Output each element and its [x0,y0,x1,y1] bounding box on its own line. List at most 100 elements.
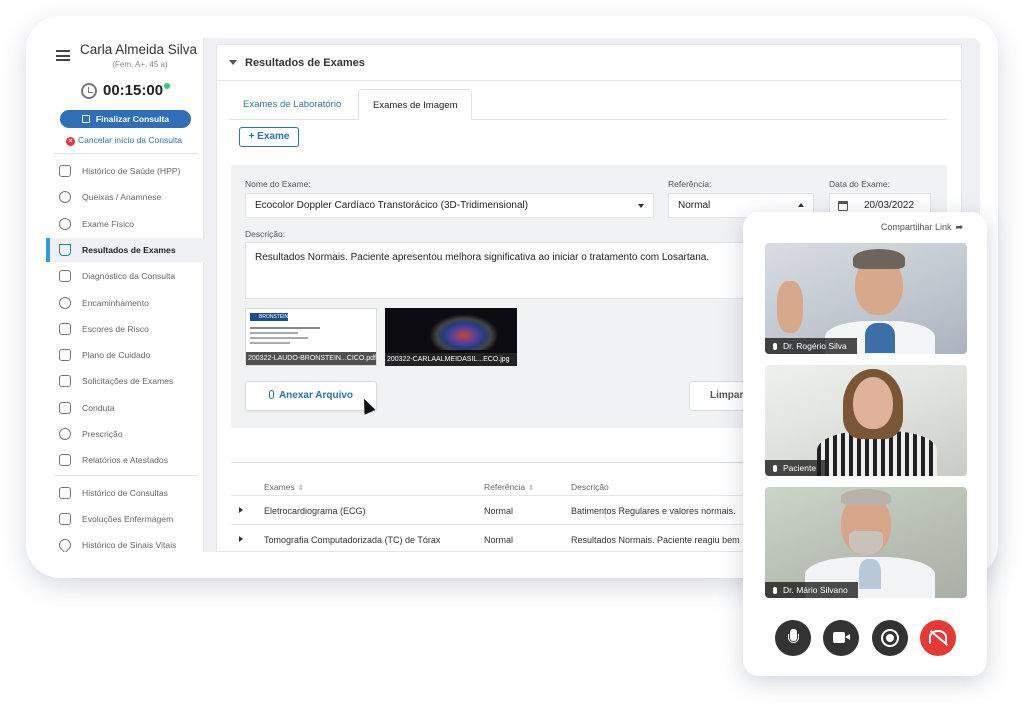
patient-name: Carla Almeida Silva [80,42,198,57]
calculator-icon [59,323,71,335]
person-face [853,377,893,429]
report-icon [59,454,71,466]
documents-icon [59,375,71,387]
exam-tabs: Exames de Laboratório Exames de Imagem [229,89,947,120]
finish-consult-button[interactable]: Finalizar Consulta [60,110,191,128]
hangup-button[interactable] [920,620,956,656]
tab-lab-exams[interactable]: Exames de Laboratório [229,89,355,120]
sidebar-item-risk-scores[interactable]: Escores de Risco [46,317,204,341]
sidebar-item-label: Relatórios e Atestados [82,455,168,465]
calendar-icon [838,201,848,211]
paperclip-icon [268,390,274,399]
exam-name-label: Nome do Exame: [245,179,311,189]
attachment-pdf[interactable]: BRONSTEIN 200322-LAUDO-BRONSTEIN...CICO.… [245,308,377,366]
record-button[interactable] [872,620,908,656]
participant-name: Paciente [765,460,827,476]
card-header[interactable]: Resultados de Exames [217,45,961,81]
sidebar-item-label: Encaminhamento [82,298,149,308]
waving-hand [777,281,803,333]
people-icon [59,297,71,309]
calendar-icon [59,487,71,499]
doc-brand: BRONSTEIN [259,314,289,320]
sidebar-item-exam-requests[interactable]: Solicitações de Exames [46,369,204,393]
sidebar-item-label: Escores de Risco [82,324,149,334]
microphone-icon [788,629,799,643]
doc-line [250,332,298,334]
sidebar-item-reports[interactable]: Relatórios e Atestados [46,448,204,472]
sidebar-item-health-history[interactable]: Histórico de Saúde (HPP) [46,159,204,183]
collapse-caret-icon[interactable] [229,60,237,65]
col-header-reference[interactable]: Referência ⇕ [484,482,534,492]
exam-name-value: Ecocolor Doppler Cardíaco Transtorácico … [255,200,529,211]
patient-info: (Fem, A+, 45 a) [112,60,168,69]
sidebar-item-consult-history[interactable]: Histórico de Consultas [46,481,204,505]
share-link-button[interactable]: Compartilhar Link ➦ [881,222,963,233]
description-label: Descrição: [245,229,286,239]
cell-reference: Normal [484,506,514,516]
sidebar-item-physical-exam[interactable]: Exame Físico [46,212,204,236]
sidebar-item-referral[interactable]: Encaminhamento [46,291,204,315]
exam-name-select[interactable]: Ecocolor Doppler Cardíaco Transtorácico … [245,193,654,218]
video-call-panel: Compartilhar Link ➦ Dr. Rogério Silva Pac… [743,212,987,676]
clipboard-icon [59,270,71,282]
exam-date-value: 20/03/2022 [864,200,915,211]
hangup-icon [929,630,947,644]
sidebar-item-complaints[interactable]: Queixas / Anamnese [46,185,204,209]
attachment-filename: 200322-CARLAALMEIDASIL...ECO.jpg [385,353,517,366]
col-header-label: Exames [264,482,295,492]
attach-file-button[interactable]: Anexar Arquivo [245,381,377,411]
sidebar-item-nursing[interactable]: Evoluções Enfermagem [46,507,204,531]
sidebar-item-label: Histórico de Saúde (HPP) [82,166,181,176]
share-arrow-icon: ➦ [955,222,963,232]
sidebar-item-prescription[interactable]: Prescrição [46,422,204,446]
person-beard [849,531,883,555]
cancel-consult-label: Cancelar início da Consulta [78,135,182,145]
sort-icon: ⇕ [297,485,304,492]
camera-icon [833,632,850,643]
sidebar-divider [54,475,198,476]
sidebar-item-care-plan[interactable]: Plano de Cuidado [46,343,204,367]
sidebar-item-exam-results[interactable]: Resultados de Exames [46,238,204,262]
conduct-icon [59,402,71,414]
bronstein-logo: BRONSTEIN [250,313,288,321]
camera-button[interactable] [823,620,859,656]
sidebar-item-diagnosis[interactable]: Diagnóstico da Consulta [46,264,204,288]
hamburger-menu-icon[interactable] [56,50,70,61]
pills-icon [59,428,71,440]
expand-row-icon[interactable] [239,507,243,513]
microphone-button[interactable] [775,620,811,656]
video-tile-patient[interactable]: Paciente [765,365,967,476]
add-exam-button[interactable]: + Exame [239,127,299,147]
description-textarea[interactable]: Resultados Normais. Paciente apresentou … [245,242,755,299]
reference-label: Referência: [668,179,712,189]
person-shirt [859,559,881,589]
tab-image-exams[interactable]: Exames de Imagem [358,89,473,120]
sidebar-item-conduct[interactable]: Conduta [46,396,204,420]
cell-exam: Eletrocardiograma (ECG) [264,506,366,516]
col-header-exams[interactable]: Exames ⇕ [264,482,304,492]
mic-icon [773,343,777,350]
record-icon [881,629,899,647]
head-icon [59,191,71,203]
doc-line [250,342,290,344]
sidebar-item-label: Prescrição [82,429,123,439]
sidebar-item-vitals-history[interactable]: Histórico de Sinais Vitais [46,533,204,552]
cell-description: Batimentos Regulares e valores normais. [571,506,736,516]
attachment-image[interactable]: 200322-CARLAALMEIDASIL...ECO.jpg [385,308,517,366]
person-hair [841,489,891,505]
cell-exam: Tomografia Computadorizada (TC) de Tórax [264,535,441,545]
participant-name: Dr. Mário Silvano [765,582,858,598]
calendar-check-icon [81,115,90,123]
heart-icon [56,536,74,552]
sidebar-item-label: Queixas / Anamnese [82,192,162,202]
doc-line [250,337,308,339]
cell-reference: Normal [484,535,514,545]
video-tile-doctor-1[interactable]: Dr. Rogério Silva [765,243,967,354]
sidebar-item-label: Histórico de Sinais Vitais [82,540,177,550]
expand-row-icon[interactable] [239,536,243,542]
attachment-filename: 200322-LAUDO-BRONSTEIN...CICO.pdf [246,352,376,365]
section-title: Resultados de Exames [245,57,365,69]
cancel-consult-link[interactable]: × Cancelar início da Consulta [66,135,182,146]
flask-icon [59,244,71,256]
video-tile-doctor-2[interactable]: Dr. Mário Silvano [765,487,967,598]
